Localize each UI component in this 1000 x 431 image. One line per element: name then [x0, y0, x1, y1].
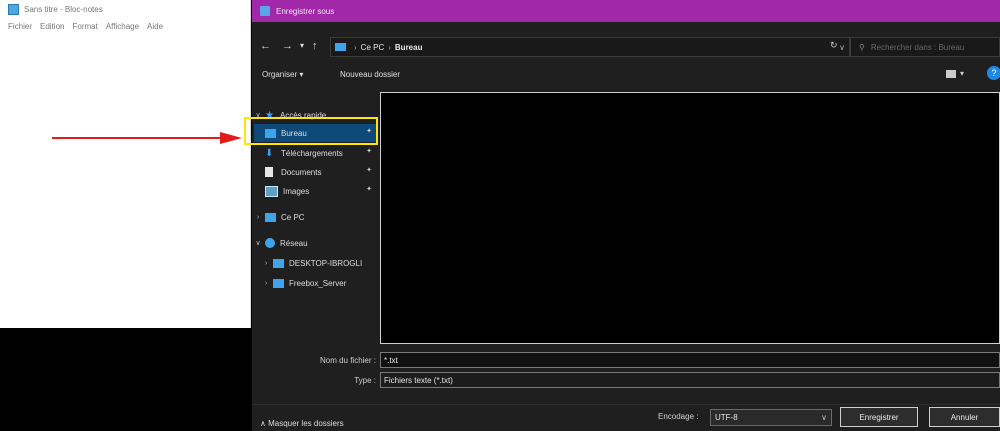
tree-item-reseau[interactable]: ∨ Réseau [254, 234, 374, 252]
view-options-icon[interactable] [946, 70, 956, 78]
menu-fichier[interactable]: Fichier [8, 22, 32, 31]
recent-locations-button[interactable]: ▾ [300, 41, 304, 50]
help-icon[interactable]: ? [987, 66, 1000, 80]
address-bar[interactable]: › Ce PC › Bureau ∨ [330, 37, 850, 57]
image-icon [265, 185, 278, 197]
tree-item-label: DESKTOP-IBROGLI [289, 258, 363, 268]
save-button[interactable]: Enregistrer [840, 407, 918, 427]
search-input[interactable]: ⚲ Rechercher dans : Bureau [850, 37, 1000, 57]
hide-folders-button[interactable]: ∧ Masquer les dossiers [260, 419, 344, 428]
organize-button[interactable]: Organiser ▾ [262, 70, 303, 79]
tree-item-label: Freebox_Server [289, 278, 347, 288]
tree-item-label: Ce PC [281, 212, 305, 222]
up-button[interactable]: ↑ [312, 40, 318, 52]
pin-icon: ✦ [366, 167, 372, 174]
menu-aide[interactable]: Aide [147, 22, 163, 31]
back-button[interactable]: ← [260, 40, 271, 52]
tree-item-documents[interactable]: Documents ✦ [254, 163, 376, 181]
encoding-label: Encodage : [658, 412, 699, 421]
file-type-select[interactable]: Fichiers texte (*.txt) [380, 372, 1000, 388]
breadcrumb-separator: › [388, 42, 391, 52]
tree-item-images[interactable]: Images ✦ [254, 182, 376, 200]
refresh-icon[interactable]: ↻ [830, 40, 838, 51]
type-label: Type : [354, 376, 376, 385]
breadcrumb-ce-pc[interactable]: Ce PC [361, 43, 385, 52]
collapse-icon[interactable]: ∨ [254, 239, 262, 247]
menu-format[interactable]: Format [72, 22, 97, 31]
expand-icon[interactable]: › [262, 260, 270, 267]
save-as-dialog: Enregistrer sous ← → ▾ ↑ › Ce PC › Burea… [252, 0, 1000, 431]
menu-edition[interactable]: Edition [40, 22, 64, 31]
search-placeholder: Rechercher dans : Bureau [870, 42, 965, 52]
dialog-titlebar: Enregistrer sous [252, 0, 1000, 22]
dialog-icon [260, 6, 270, 16]
encoding-value: UTF-8 [715, 413, 738, 422]
menu-affichage[interactable]: Affichage [106, 22, 139, 31]
pin-icon: ✦ [366, 148, 372, 155]
tree-item-desktop-ibrogli[interactable]: › DESKTOP-IBROGLI [262, 254, 376, 272]
filename-label: Nom du fichier : [319, 356, 376, 365]
document-icon [265, 167, 273, 177]
view-dropdown-icon[interactable]: ▾ [960, 69, 964, 78]
download-icon: ⬇ [265, 147, 274, 159]
network-icon [265, 238, 275, 248]
tree-item-label: Réseau [280, 238, 308, 248]
tree-item-telechargements[interactable]: ⬇ Téléchargements ✦ [254, 144, 376, 162]
notepad-window: Sans titre - Bloc-notes Fichier Edition … [0, 0, 251, 328]
pin-icon: ✦ [366, 186, 372, 193]
breadcrumb-separator: › [354, 42, 357, 52]
notepad-lower-area [0, 328, 250, 431]
red-arrow-annotation [52, 132, 242, 144]
breadcrumb-bureau[interactable]: Bureau [395, 43, 423, 52]
expand-icon[interactable]: › [254, 214, 262, 221]
filename-input[interactable]: *.txt [380, 352, 1000, 368]
address-dropdown-icon[interactable]: ∨ [839, 43, 845, 52]
forward-button[interactable]: → [282, 40, 293, 52]
new-folder-button[interactable]: Nouveau dossier [340, 70, 400, 79]
computer-icon [265, 212, 276, 222]
search-icon: ⚲ [859, 42, 865, 52]
tree-item-ce-pc[interactable]: › Ce PC [254, 208, 374, 226]
file-list-area[interactable] [380, 92, 1000, 344]
notepad-menubar: Fichier Edition Format Affichage Aide [0, 18, 250, 34]
encoding-select[interactable]: UTF-8 ∨ [710, 409, 832, 426]
computer-icon [273, 258, 284, 268]
tree-item-label: Téléchargements [281, 148, 343, 158]
dialog-title: Enregistrer sous [276, 6, 335, 16]
cancel-button[interactable]: Annuler [929, 407, 1000, 427]
folder-icon [335, 43, 346, 51]
tree-item-freebox-server[interactable]: › Freebox_Server [262, 274, 376, 292]
dialog-toolbar: Organiser ▾ Nouveau dossier [252, 66, 1000, 86]
notepad-icon [8, 3, 19, 15]
highlight-box-bureau [244, 117, 378, 145]
expand-icon[interactable]: › [262, 280, 270, 287]
computer-icon [273, 278, 284, 288]
tree-item-label: Images [283, 186, 310, 196]
tree-item-label: Documents [281, 167, 322, 177]
notepad-titlebar: Sans titre - Bloc-notes [0, 0, 250, 18]
notepad-title: Sans titre - Bloc-notes [24, 4, 103, 14]
chevron-down-icon: ∨ [821, 413, 827, 422]
